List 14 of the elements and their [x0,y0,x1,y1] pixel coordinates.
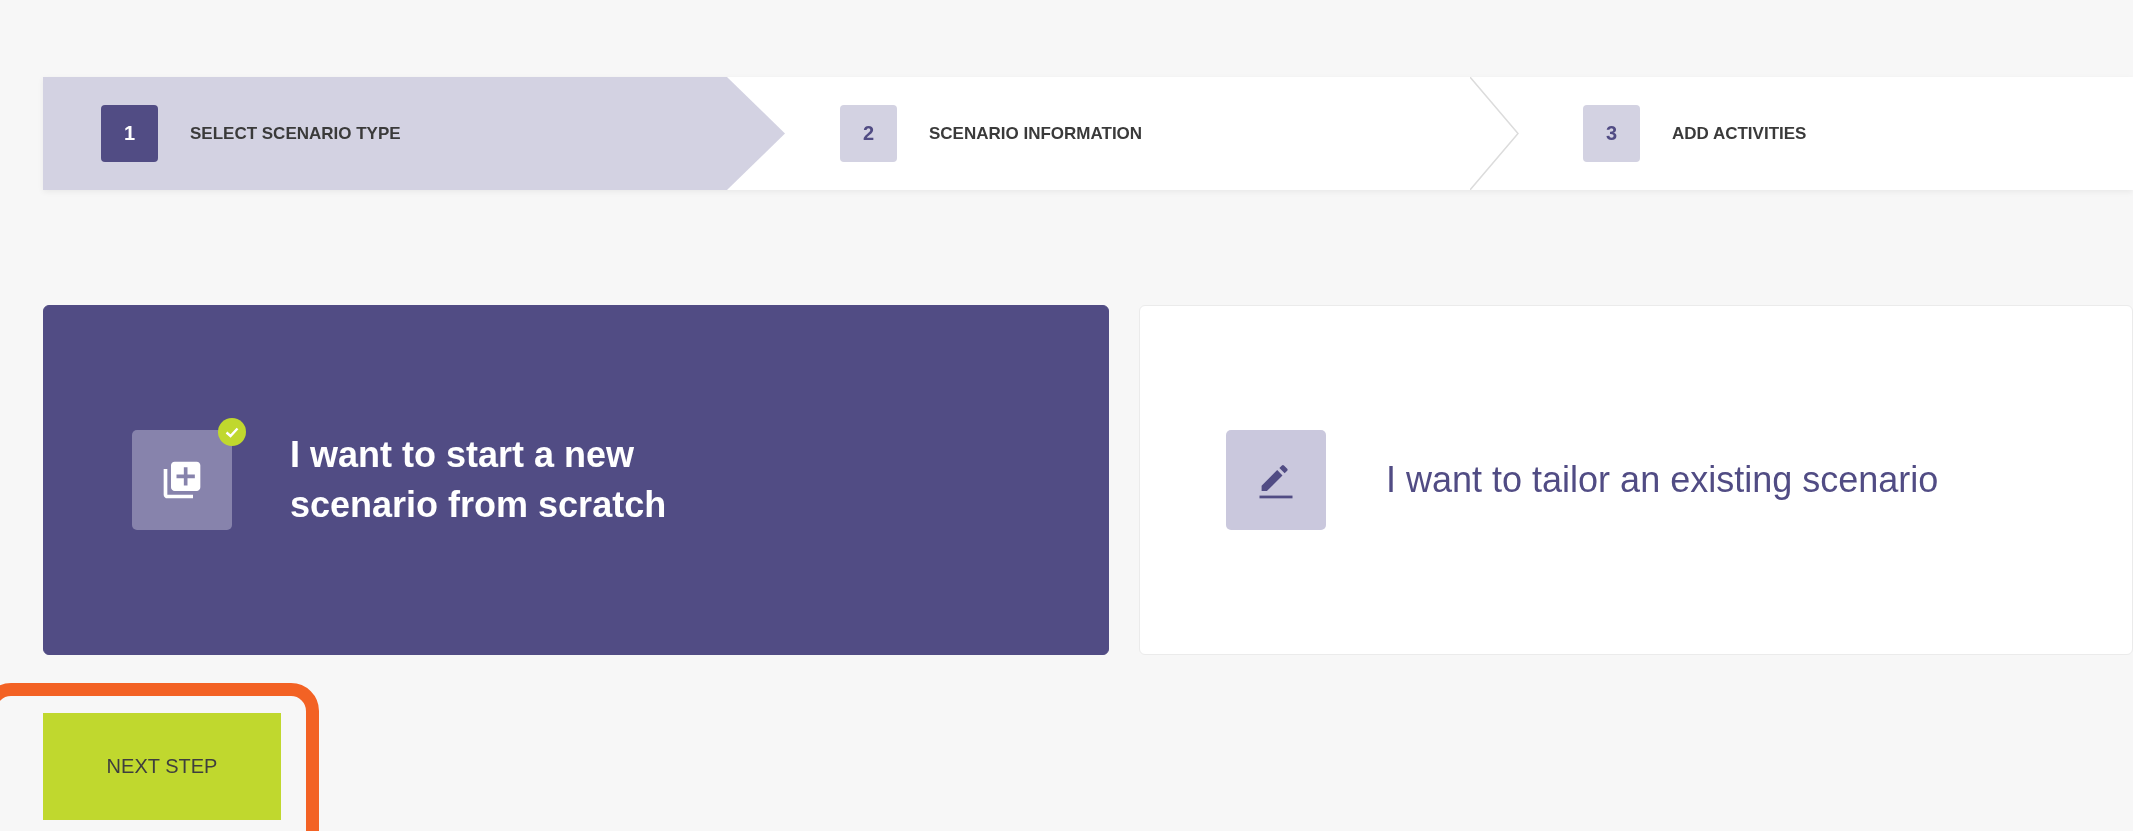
option-card[interactable]: I want to tailor an existing scenario [1139,305,2133,655]
step-label: SELECT SCENARIO TYPE [190,123,401,144]
check-badge-icon [218,418,246,446]
step-tab[interactable]: 3 ADD ACTIVITIES [1528,77,2133,190]
option-label: I want to tailor an existing scenario [1386,457,1939,502]
step-number: 3 [1583,105,1640,162]
step-label: SCENARIO INFORMATION [929,123,1143,144]
option-label: I want to start a new scenario from scratch [290,432,668,527]
step-number: 1 [101,105,158,162]
step-number: 2 [840,105,897,162]
step-tab[interactable]: 2 SCENARIO INFORMATION [785,77,1470,190]
option-card[interactable]: I want to start a new scenario from scratch [43,305,1109,655]
next-step-button[interactable]: NEXT STEP [43,713,281,820]
step-label: ADD ACTIVITIES [1672,123,1807,144]
